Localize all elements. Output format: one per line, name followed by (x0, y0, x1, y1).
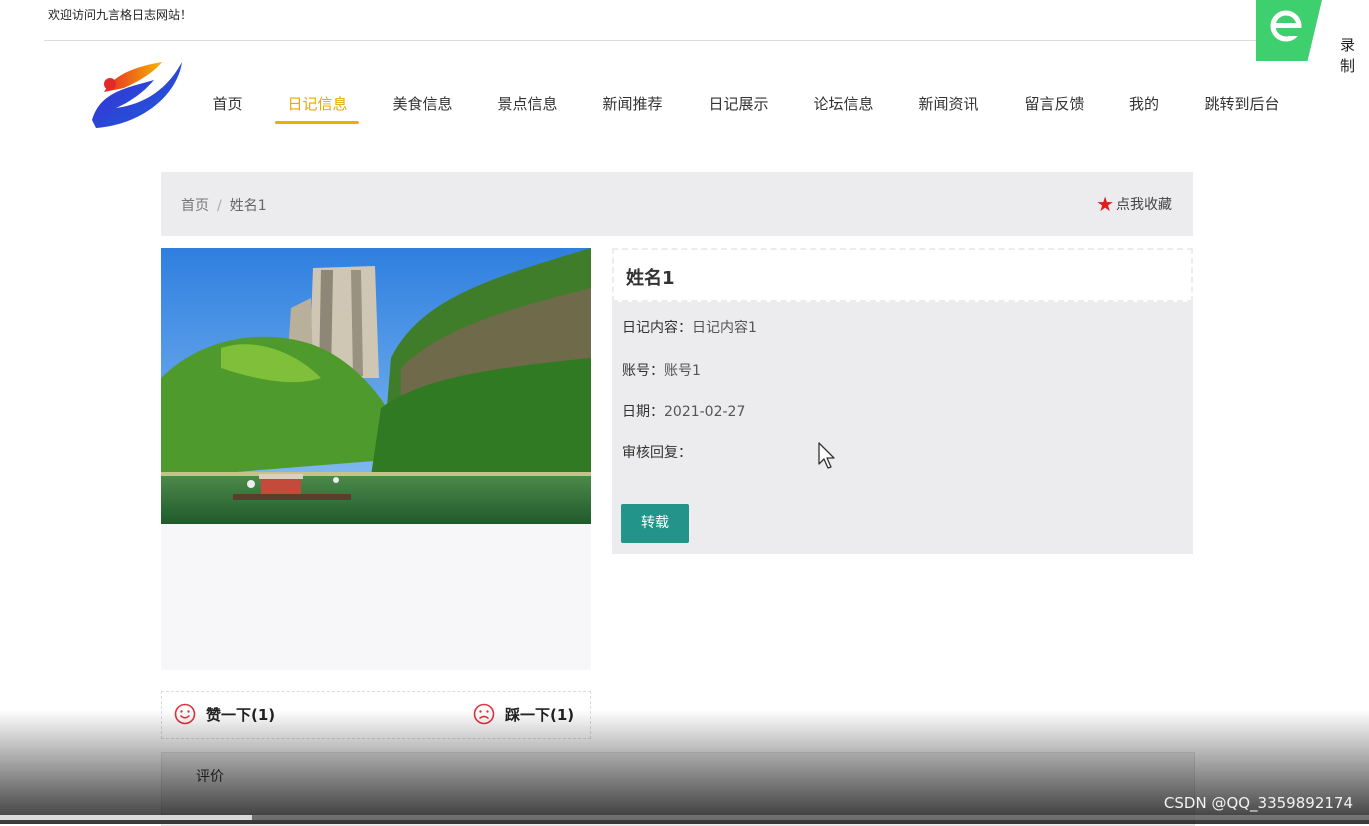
e-logo-icon (1270, 10, 1302, 42)
field-review-reply: 审核回复： (622, 442, 692, 462)
like-button[interactable]: 赞一下(1) (174, 703, 275, 725)
field-key: 日期： (622, 404, 664, 420)
watermark: CSDN @QQ_3359892174 (1163, 794, 1353, 812)
like-label: 赞一下(1) (206, 705, 276, 724)
nav-item-admin[interactable]: 跳转到后台 (1202, 84, 1282, 124)
breadcrumb-bar: 首页 / 姓名1 ★ 点我收藏 (161, 172, 1193, 236)
breadcrumb-current: 姓名1 (229, 198, 267, 214)
nav-item-food-info[interactable]: 美食信息 (391, 84, 454, 124)
nav-item-mine[interactable]: 我的 (1128, 84, 1160, 124)
recorder-badge[interactable]: 录制 (1256, 0, 1369, 75)
field-key: 日记内容： (622, 320, 692, 336)
mouse-cursor-icon (818, 442, 835, 469)
nav-item-diary-info[interactable]: 日记信息 (286, 84, 349, 124)
field-value: 2021-02-27 (664, 404, 746, 420)
nav-active-indicator (275, 121, 359, 124)
smile-icon (174, 703, 196, 725)
nav-item-news-recommend[interactable]: 新闻推荐 (601, 84, 664, 124)
nav-item-feedback[interactable]: 留言反馈 (1023, 84, 1086, 124)
detail-title: 姓名1 (626, 268, 675, 289)
site-logo-icon (92, 62, 182, 128)
vote-bar: 赞一下(1) 踩一下(1) (161, 691, 591, 739)
nav-item-scenic-info[interactable]: 景点信息 (496, 84, 559, 124)
field-key: 账号： (622, 363, 664, 379)
breadcrumb-home[interactable]: 首页 (181, 198, 209, 214)
detail-title-box: 姓名1 (612, 248, 1193, 302)
repost-button[interactable]: 转载 (621, 504, 689, 543)
site-logo[interactable] (86, 58, 186, 134)
favorite-label: 点我收藏 (1116, 197, 1172, 213)
star-icon: ★ (1096, 192, 1114, 216)
field-date: 日期：2021-02-27 (622, 401, 745, 421)
field-diary-content: 日记内容：日记内容1 (622, 317, 757, 337)
dislike-button[interactable]: 踩一下(1) (473, 703, 574, 725)
photo-panel (161, 248, 591, 670)
top-bar: 欢迎访问九言格日志网站！ (44, 0, 1369, 41)
favorite-button[interactable]: ★ 点我收藏 (1096, 194, 1172, 214)
nav-item-forum-info[interactable]: 论坛信息 (812, 84, 875, 124)
field-value: 账号1 (664, 363, 701, 379)
breadcrumb-separator: / (217, 198, 222, 214)
detail-panel: 姓名1 日记内容：日记内容1 账号：账号1 日期：2021-02-27 审核回复… (612, 248, 1193, 554)
nav-item-news[interactable]: 新闻资讯 (917, 84, 980, 124)
nav-item-diary-showcase[interactable]: 日记展示 (707, 84, 770, 124)
field-account: 账号：账号1 (622, 360, 701, 380)
nav-item-home[interactable]: 首页 (211, 84, 244, 124)
video-progress-fill (0, 815, 252, 820)
scenic-photo (161, 248, 591, 524)
breadcrumb: 首页 / 姓名1 (181, 195, 267, 215)
dislike-label: 踩一下(1) (505, 705, 575, 724)
frown-icon (473, 703, 495, 725)
comment-label: 评价 (196, 769, 224, 785)
field-key: 审核回复： (622, 445, 692, 461)
recorder-label: 录制 (1340, 36, 1356, 75)
welcome-text: 欢迎访问九言格日志网站！ (48, 8, 193, 22)
field-value: 日记内容1 (692, 320, 757, 336)
